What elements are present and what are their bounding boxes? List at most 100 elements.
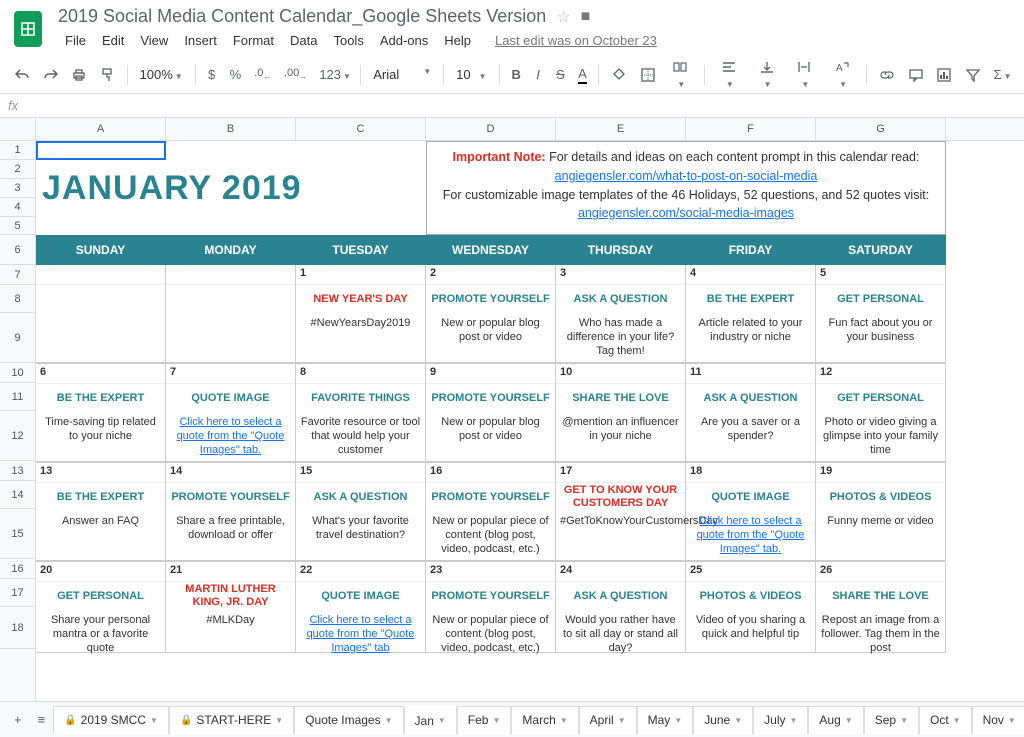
row-header[interactable]: 15 [0,509,35,559]
sheet-tab[interactable]: March▼ [511,706,578,734]
calendar-day[interactable]: 18QUOTE IMAGEClick here to select a quot… [686,463,816,562]
row-header[interactable]: 12 [0,411,35,461]
menu-insert[interactable]: Insert [177,29,224,52]
text-rotation-button[interactable]: A▼ [824,55,860,95]
sheet-tab[interactable]: Sep▼ [864,706,919,734]
redo-button[interactable] [37,62,64,87]
print-button[interactable] [65,62,92,87]
sheet-tab[interactable]: Feb▼ [457,706,512,734]
calendar-day[interactable]: 23PROMOTE YOURSELFNew or popular piece o… [426,562,556,653]
paint-format-button[interactable] [94,62,121,87]
calendar-day[interactable] [166,265,296,364]
col-header[interactable]: B [166,118,296,140]
document-title[interactable]: 2019 Social Media Content Calendar_Googl… [58,6,546,27]
last-edit-link[interactable]: Last edit was on October 23 [488,29,664,52]
calendar-day[interactable]: 24ASK A QUESTIONWould you rather have to… [556,562,686,653]
borders-button[interactable] [634,62,661,87]
calendar-day[interactable]: 3ASK A QUESTIONWho has made a difference… [556,265,686,364]
calendar-day[interactable]: 22QUOTE IMAGEClick here to select a quot… [296,562,426,653]
merge-cells-button[interactable]: ▼ [662,55,698,95]
sheet-tab[interactable]: Oct▼ [919,706,972,734]
currency-button[interactable]: $ [202,63,222,86]
row-header[interactable]: 14 [0,481,35,509]
row-header[interactable]: 4 [0,198,35,217]
row-header[interactable]: 1 [0,141,35,160]
percent-button[interactable]: % [224,63,247,86]
calendar-day[interactable]: 6BE THE EXPERTTime-saving tip related to… [36,364,166,463]
row-header[interactable]: 13 [0,461,35,481]
row-header[interactable]: 5 [0,217,35,235]
calendar-day[interactable]: 13BE THE EXPERTAnswer an FAQ [36,463,166,562]
insert-comment-button[interactable] [902,62,929,87]
row-header[interactable]: 11 [0,383,35,411]
calendar-day[interactable]: 25PHOTOS & VIDEOSVideo of you sharing a … [686,562,816,653]
calendar-day[interactable]: 15ASK A QUESTIONWhat's your favorite tra… [296,463,426,562]
note-link1[interactable]: angiegensler.com/what-to-post-on-social-… [555,169,818,183]
all-sheets-button[interactable]: ≡ [30,706,54,733]
row-header[interactable]: 7 [0,265,35,285]
calendar-day[interactable]: 2PROMOTE YOURSELFNew or popular blog pos… [426,265,556,364]
calendar-day[interactable]: 8FAVORITE THINGSFavorite resource or too… [296,364,426,463]
insert-link-button[interactable] [873,62,900,87]
calendar-day[interactable]: 17GET TO KNOW YOUR CUSTOMERS DAY#GetToKn… [556,463,686,562]
cells-area[interactable]: JANUARY 2019 Important Note: For details… [36,141,1024,653]
calendar-day[interactable]: 16PROMOTE YOURSELFNew or popular piece o… [426,463,556,562]
number-format-select[interactable]: 123▼ [313,63,354,86]
calendar-day[interactable]: 12GET PERSONALPhoto or video giving a gl… [816,364,946,463]
row-header[interactable]: 16 [0,559,35,579]
row-header[interactable]: 18 [0,607,35,649]
menu-addons[interactable]: Add-ons [373,29,435,52]
row-header[interactable]: 10 [0,363,35,383]
row-header[interactable]: 2 [0,160,35,179]
functions-button[interactable]: Σ▼ [988,63,1016,86]
increase-decimal-button[interactable]: .00→ [278,63,311,85]
menu-edit[interactable]: Edit [95,29,131,52]
row-header[interactable]: 9 [0,313,35,363]
undo-button[interactable] [8,62,35,87]
note-link2[interactable]: angiegensler.com/social-media-images [578,206,794,220]
calendar-day[interactable]: 20GET PERSONALShare your personal mantra… [36,562,166,653]
col-header[interactable]: G [816,118,946,140]
calendar-day[interactable]: 14PROMOTE YOURSELFShare a free printable… [166,463,296,562]
menu-view[interactable]: View [133,29,175,52]
menu-data[interactable]: Data [283,29,324,52]
text-color-button[interactable]: A [572,62,592,88]
zoom-select[interactable]: 100%▼ [134,63,189,86]
row-header[interactable]: 6 [0,235,35,265]
calendar-day[interactable]: 4BE THE EXPERTArticle related to your in… [686,265,816,364]
font-size-select[interactable]: 10▼ [450,63,492,86]
sheet-tab[interactable]: May▼ [637,706,694,734]
calendar-day[interactable]: 9PROMOTE YOURSELFNew or popular blog pos… [426,364,556,463]
vertical-align-button[interactable]: ▼ [749,55,785,95]
strikethrough-button[interactable]: S [550,63,570,86]
calendar-day[interactable]: 11ASK A QUESTIONAre you a saver or a spe… [686,364,816,463]
calendar-day[interactable]: 10SHARE THE LOVE@mention an influencer i… [556,364,686,463]
bold-button[interactable]: B [505,63,526,86]
font-select[interactable]: Arial▼ [367,63,437,86]
formula-bar[interactable]: fx [0,94,1024,118]
menu-format[interactable]: Format [226,29,281,52]
select-all-corner[interactable] [0,118,35,141]
sheet-tab[interactable]: Aug▼ [808,706,863,734]
menu-tools[interactable]: Tools [326,29,370,52]
sheet-tab[interactable]: July▼ [753,706,808,734]
italic-button[interactable]: I [528,63,548,86]
row-header[interactable]: 17 [0,579,35,607]
decrease-decimal-button[interactable]: .0← [248,63,276,85]
sheets-logo[interactable] [8,9,48,49]
sheet-tab[interactable]: 🔒START-HERE▼ [169,706,294,734]
sheet-tab[interactable]: June▼ [693,706,753,734]
sheet-tab[interactable]: Quote Images▼ [294,706,403,734]
sheet-tab[interactable]: Jan▼ [404,706,457,734]
sheet-tab[interactable]: April▼ [579,706,637,734]
sheet-tab[interactable]: Nov▼ [972,706,1024,734]
col-header[interactable]: A [36,118,166,140]
col-header[interactable]: D [426,118,556,140]
day-description[interactable]: Click here to select a quote from the "Q… [166,412,295,462]
fill-color-button[interactable] [605,62,632,87]
text-wrap-button[interactable]: ▼ [786,55,822,95]
sheet-tab[interactable]: 🔒2019 SMCC▼ [53,706,169,734]
horizontal-align-button[interactable]: ▼ [711,55,747,95]
calendar-day[interactable]: 1NEW YEAR'S DAY#NewYearsDay2019 [296,265,426,364]
col-header[interactable]: C [296,118,426,140]
